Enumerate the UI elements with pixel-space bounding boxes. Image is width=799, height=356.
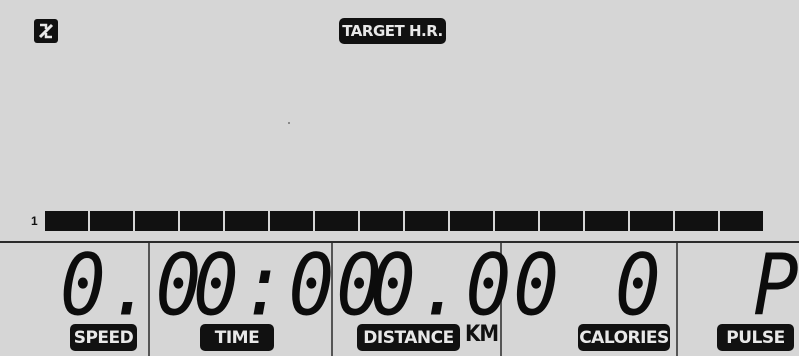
profile-bar-segment [180,211,223,231]
profile-bar-segment [495,211,538,231]
profile-bar-segment [225,211,268,231]
lcd-speck [288,122,290,124]
profile-bar-segment [675,211,718,231]
profile-bar-segment [360,211,403,231]
profile-bar-segment [135,211,178,231]
speed-value: 0.0 [60,234,204,335]
time-label: TIME [200,324,274,351]
program-indicator-icon [34,19,58,43]
divider-calories-pulse [676,243,678,356]
profile-bar-segment [720,211,763,231]
profile-bar-row [45,211,763,231]
profile-bar-segment [45,211,88,231]
distance-value: 0.00 [370,234,562,335]
profile-bar-segment [90,211,133,231]
pulse-value: P [753,234,799,335]
profile-bar-segment [585,211,628,231]
profile-bar-segment [270,211,313,231]
speed-label: SPEED [70,324,137,351]
bar-level-label: 1 [31,214,38,228]
profile-bar-segment [315,211,358,231]
profile-bar-segment [405,211,448,231]
profile-bar-segment [630,211,673,231]
distance-label: DISTANCE [357,324,460,351]
distance-unit: KM [465,322,499,347]
lcd-display: TARGET H.R. 1 0.0 SPEED 0:00 TIME 0.00 D… [0,0,799,356]
profile-bar-segment [540,211,583,231]
calories-value: 0 [615,234,663,335]
target-hr-indicator: TARGET H.R. [339,18,446,44]
pulse-label: PULSE [717,324,794,351]
time-value: 0:00 [193,234,385,335]
profile-bar-segment [450,211,493,231]
calories-label: CALORIES [578,324,670,351]
